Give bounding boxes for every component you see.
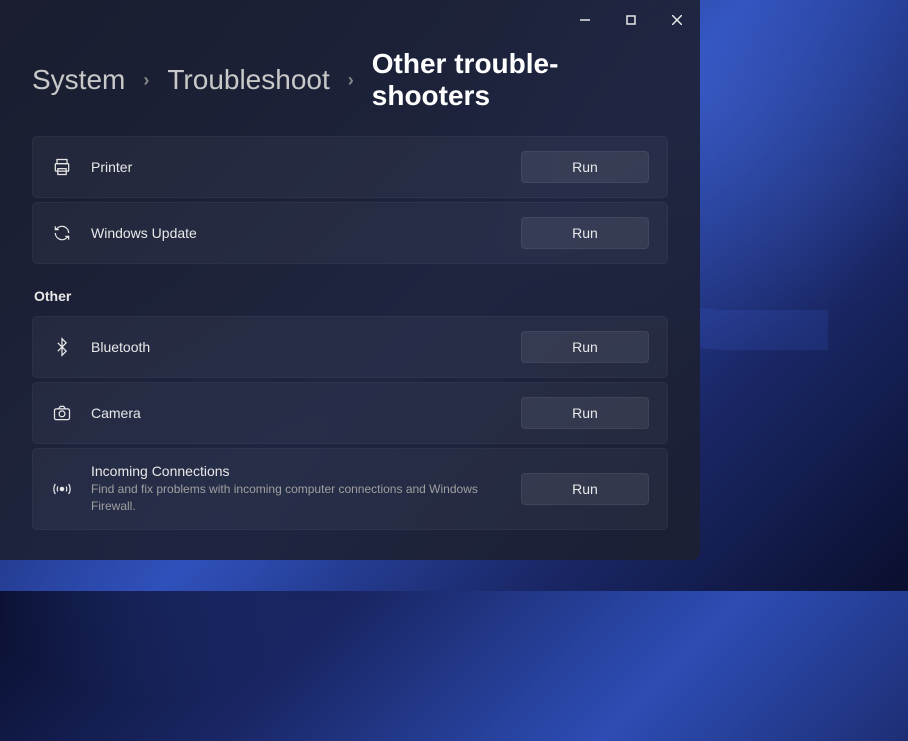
troubleshooter-item-camera: Camera Run [32, 382, 668, 444]
close-button[interactable] [654, 4, 700, 36]
group-header-other: Other [34, 288, 668, 304]
troubleshooter-item-incoming-connections: Incoming Connections Find and fix proble… [32, 448, 668, 530]
troubleshooter-title: Windows Update [91, 225, 503, 241]
maximize-button[interactable] [608, 4, 654, 36]
run-button[interactable]: Run [521, 151, 649, 183]
chevron-right-icon: › [143, 70, 149, 91]
chevron-right-icon: › [348, 70, 354, 91]
breadcrumb-troubleshoot[interactable]: Troubleshoot [167, 64, 329, 96]
camera-icon [51, 402, 73, 424]
minimize-icon [580, 15, 590, 25]
troubleshooter-item-bluetooth: Bluetooth Run [32, 316, 668, 378]
run-button[interactable]: Run [521, 473, 649, 505]
close-icon [672, 15, 682, 25]
troubleshooter-title: Incoming Connections [91, 463, 503, 479]
breadcrumb-system[interactable]: System [32, 64, 125, 96]
sync-icon [51, 222, 73, 244]
troubleshooter-description: Find and fix problems with incoming comp… [91, 481, 491, 515]
maximize-icon [626, 15, 636, 25]
troubleshooter-item-printer: Printer Run [32, 136, 668, 198]
troubleshooter-title: Camera [91, 405, 503, 421]
troubleshooter-item-windows-update: Windows Update Run [32, 202, 668, 264]
titlebar [0, 0, 700, 40]
run-button[interactable]: Run [521, 397, 649, 429]
run-button[interactable]: Run [521, 331, 649, 363]
printer-icon [51, 156, 73, 178]
broadcast-icon [51, 478, 73, 500]
troubleshooter-title: Bluetooth [91, 339, 503, 355]
page-title: Other trouble-shooters [372, 48, 668, 112]
run-button[interactable]: Run [521, 217, 649, 249]
bluetooth-icon [51, 336, 73, 358]
minimize-button[interactable] [562, 4, 608, 36]
troubleshooter-title: Printer [91, 159, 503, 175]
settings-window: System › Troubleshoot › Other trouble-sh… [0, 0, 700, 560]
content-area: Printer Run Windows Update Run Other Blu… [0, 136, 700, 560]
breadcrumb: System › Troubleshoot › Other trouble-sh… [0, 40, 700, 136]
